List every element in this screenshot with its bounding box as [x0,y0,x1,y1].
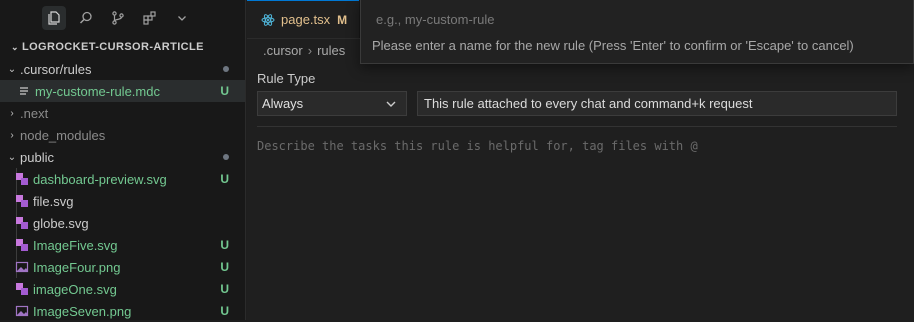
quick-input-box [361,0,914,38]
tree-item-label: .next [20,105,49,121]
svg-file-icon [14,281,30,297]
tree-item-label: file.svg [33,193,74,209]
tree-file-imageseven-png[interactable]: ImageSeven.png U [0,300,245,322]
git-status-badge: U [220,172,229,186]
breadcrumb-item[interactable]: .cursor [263,43,303,58]
tree-file-imagefive-svg[interactable]: ImageFive.svg U [0,234,245,256]
search-icon [79,11,92,24]
tree-item-label: public [20,149,54,165]
git-status-badge: M [337,12,348,27]
chevron-down-icon [386,101,396,107]
divider [257,126,897,127]
svg-file-icon [14,237,30,253]
svg-file-icon [14,171,30,187]
tree-file-my-custome-rule[interactable]: my-custome-rule.mdc U [0,80,245,102]
tree-item-label: dashboard-preview.svg [33,171,167,187]
tree-file-dashboard-preview[interactable]: dashboard-preview.svg U [0,168,245,190]
rule-name-input[interactable] [374,10,898,28]
file-tree: ⌄ .cursor/rules my-custome-rule.mdc U › … [0,58,245,322]
rule-description-text: This rule attached to every chat and com… [424,96,753,111]
tree-item-label: .cursor/rules [20,61,92,77]
rule-description-field[interactable]: This rule attached to every chat and com… [417,91,897,116]
chevron-right-icon: › [307,42,313,58]
chevron-right-icon: › [10,129,14,141]
tree-file-imagefour-png[interactable]: ImageFour.png U [0,256,245,278]
explorer-sidebar: ⌄ LOGROCKET-CURSOR-ARTICLE ⌄ .cursor/rule… [0,0,246,320]
explorer-view-button[interactable] [42,6,66,30]
rule-type-select[interactable]: Always [257,91,407,116]
git-status-badge: U [220,304,229,318]
extensions-view-button[interactable] [138,6,162,30]
quick-input-widget: Please enter a name for the new rule (Pr… [360,0,914,64]
tab-label: page.tsx [281,12,331,27]
activity-bar [0,0,245,36]
lines-file-icon [16,83,32,99]
explorer-root-label: LOGROCKET-CURSOR-ARTICLE [21,41,204,53]
git-status-badge: U [220,282,229,296]
more-views-button[interactable] [170,6,194,30]
tree-folder-cursor-rules[interactable]: ⌄ .cursor/rules [0,58,245,80]
files-icon [48,11,60,25]
chevron-down-icon [178,16,186,21]
breadcrumb-item[interactable]: rules [317,43,345,58]
tree-item-label: ImageFour.png [33,259,121,275]
tab-page-tsx[interactable]: page.tsx M [247,0,359,38]
tree-item-label: imageOne.svg [33,281,117,297]
extensions-icon [143,11,156,25]
tree-item-label: my-custome-rule.mdc [35,83,160,99]
chevron-down-icon: ⌄ [11,42,19,52]
tree-folder-public[interactable]: ⌄ public [0,146,245,168]
tree-item-label: ImageSeven.png [33,303,132,319]
react-file-icon [261,13,275,26]
tree-folder-next[interactable]: › .next [0,102,245,124]
tree-file-globe-svg[interactable]: globe.svg [0,212,245,234]
git-status-badge: U [220,260,229,274]
image-file-icon [14,259,30,275]
chevron-down-icon: ⌄ [7,151,17,163]
tree-item-label: ImageFive.svg [33,237,118,253]
search-view-button[interactable] [74,6,98,30]
svg-file-icon [14,193,30,209]
git-status-badge: U [220,238,229,252]
image-file-icon [14,303,30,319]
tree-folder-node-modules[interactable]: › node_modules [0,124,245,146]
source-control-view-button[interactable] [106,6,130,30]
rule-type-label: Rule Type [257,71,316,86]
quick-input-message: Please enter a name for the new rule (Pr… [372,38,854,53]
explorer-root-header[interactable]: ⌄ LOGROCKET-CURSOR-ARTICLE [0,36,245,58]
status-dot [223,154,229,160]
git-status-badge: U [220,84,229,98]
rule-type-value: Always [262,96,304,111]
tree-item-label: node_modules [20,127,106,143]
status-dot [223,66,229,72]
tree-file-imageone-svg[interactable]: imageOne.svg U [0,278,245,300]
source-control-icon [112,11,124,25]
svg-file-icon [14,215,30,231]
chevron-down-icon: ⌄ [7,63,17,75]
tree-file-file-svg[interactable]: file.svg [0,190,245,212]
tree-item-label: globe.svg [33,215,89,231]
chevron-right-icon: › [10,107,14,119]
rule-body-placeholder[interactable]: Describe the tasks this rule is helpful … [257,139,698,153]
